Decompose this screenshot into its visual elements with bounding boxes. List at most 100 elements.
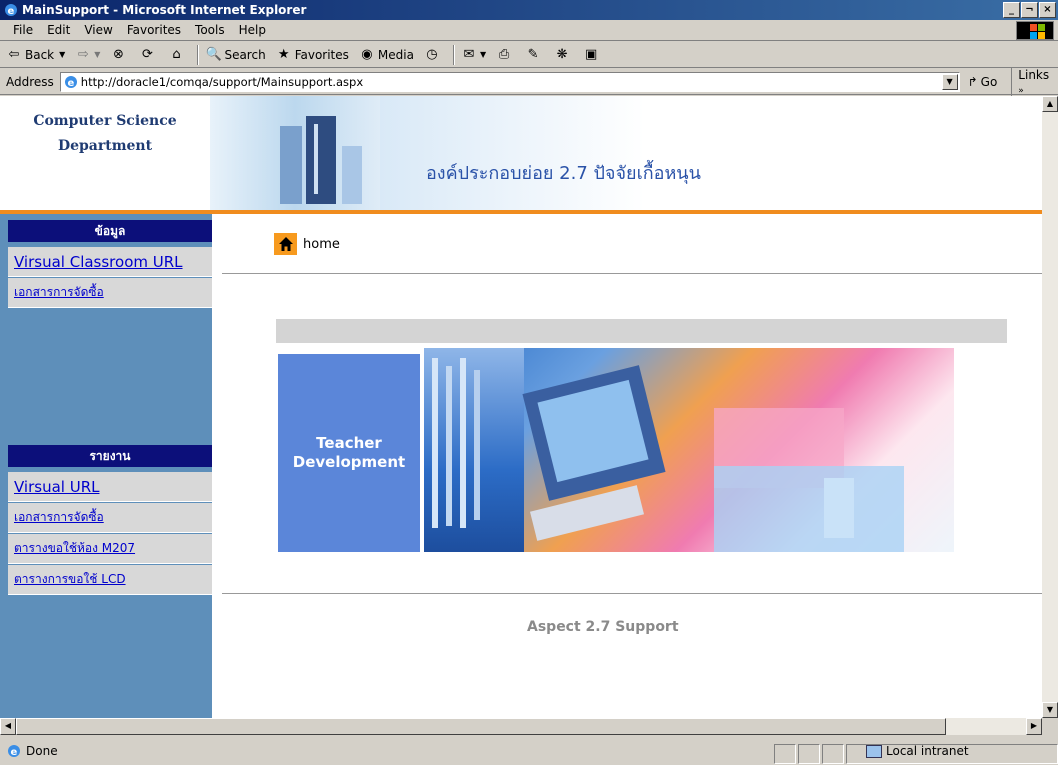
menu-view[interactable]: View [77, 23, 119, 37]
forward-button[interactable]: ⇨ ▼ [75, 46, 101, 63]
maximize-button[interactable]: ¬ [1021, 2, 1038, 18]
banner-caption-line2: Development [292, 453, 406, 471]
toolbar-separator [197, 44, 200, 65]
favorites-button[interactable]: ★ Favorites [276, 47, 349, 63]
status-pane [822, 744, 844, 764]
page-viewport: Computer Science Department องค์ประกอบย่… [0, 96, 1042, 718]
home-link[interactable]: home [274, 233, 340, 255]
banner-photo [424, 348, 954, 552]
sidebar-heading-info: ข้อมูล [8, 220, 212, 242]
close-button[interactable]: × [1039, 2, 1056, 18]
gray-bar [276, 319, 1007, 343]
sidebar-link-lcd-schedule[interactable]: ตารางการขอใช้ LCD [8, 565, 212, 595]
status-bar: e Done Local intranet [0, 736, 1058, 765]
media-icon: ◉ [361, 46, 373, 62]
title-bar: e MainSupport - Microsoft Internet Explo… [0, 0, 1058, 20]
search-label: Search [224, 47, 266, 62]
address-url: http://doracle1/comqa/support/Mainsuppor… [80, 74, 364, 89]
address-input[interactable]: e http://doracle1/comqa/support/Mainsupp… [59, 71, 960, 92]
mail-button[interactable]: ✉ ▼ [461, 46, 487, 63]
logo-line2: Department [57, 138, 153, 154]
edit-button[interactable]: ✎ [525, 47, 544, 63]
horizontal-scrollbar[interactable]: ◀ ▶ [0, 718, 1042, 735]
vertical-scrollbar[interactable]: ▲ ▼ [1042, 96, 1058, 718]
scroll-down-button[interactable]: ▼ [1042, 702, 1058, 718]
home-icon: ⌂ [172, 46, 181, 62]
sidebar-link-procurement-docs[interactable]: เอกสารการจัดซื้อ [8, 278, 212, 308]
media-button[interactable]: ◉ Media [359, 47, 414, 63]
standard-toolbar: ⇦ Back ▼ ⇨ ▼ ⊗ ⟳ ⌂ 🔍 Search ★ Favorites … [0, 42, 1058, 68]
horizontal-scroll-thumb[interactable] [16, 718, 946, 735]
history-icon: ◷ [426, 46, 438, 62]
footer-text: Aspect 2.7 Support [527, 619, 679, 635]
address-bar: Address e http://doracle1/comqa/support/… [0, 67, 1058, 96]
scroll-up-button[interactable]: ▲ [1042, 96, 1058, 112]
forward-dropdown-icon: ▼ [94, 50, 101, 59]
status-pane [774, 744, 796, 764]
page-icon: e [64, 75, 77, 89]
sidebar-heading-report: รายงาน [8, 445, 212, 467]
messenger-button[interactable]: ▣ [583, 47, 602, 63]
minimize-button[interactable]: _ [1003, 2, 1020, 18]
menu-favorites[interactable]: Favorites [120, 23, 188, 37]
home-icon [274, 233, 297, 255]
status-pane [798, 744, 820, 764]
back-arrow-icon: ⇦ [8, 46, 20, 62]
favorites-icon: ★ [277, 46, 290, 62]
print-button[interactable]: ⎙ [496, 47, 515, 63]
back-dropdown-icon: ▼ [59, 50, 66, 59]
teacher-development-banner: Teacher Development [278, 348, 954, 552]
back-button[interactable]: ⇦ Back ▼ [6, 46, 66, 63]
discuss-icon: ❋ [556, 46, 568, 62]
menu-file[interactable]: File [6, 23, 40, 37]
intranet-icon [866, 744, 882, 758]
ie-app-icon: e [5, 4, 17, 17]
refresh-icon: ⟳ [142, 46, 153, 62]
toolbar-separator [452, 44, 455, 65]
links-chevron-icon: » [1018, 85, 1024, 96]
menu-tools[interactable]: Tools [188, 23, 232, 37]
go-label: Go [980, 74, 998, 89]
messenger-icon: ▣ [584, 46, 598, 62]
browser-window: e MainSupport - Microsoft Internet Explo… [0, 0, 1058, 765]
favorites-label: Favorites [294, 47, 349, 62]
scroll-right-button[interactable]: ▶ [1026, 718, 1042, 735]
sidebar-link-virsual-classroom-url[interactable]: Virsual Classroom URL [8, 247, 212, 277]
sidebar-link-virsual-url[interactable]: Virsual URL [8, 472, 212, 502]
scroll-left-button[interactable]: ◀ [0, 718, 16, 735]
department-logo: Computer Science Department [0, 96, 210, 210]
links-label: Links [1018, 67, 1050, 82]
page-title: องค์ประกอบย่อย 2.7 ปัจจัยเกื้อหนุน [426, 163, 701, 184]
svg-text:e: e [11, 747, 18, 758]
content-divider-bottom [222, 593, 1042, 594]
sidebar: ข้อมูล Virsual Classroom URL เอกสารการจั… [0, 214, 212, 718]
mail-icon: ✉ [463, 46, 475, 62]
print-icon: ⎙ [498, 46, 510, 62]
discuss-button[interactable]: ❋ [554, 47, 573, 63]
home-button[interactable]: ⌂ [168, 47, 187, 63]
scroll-corner [1042, 718, 1058, 735]
refresh-button[interactable]: ⟳ [139, 47, 158, 63]
search-icon: 🔍 [205, 46, 222, 62]
media-label: Media [377, 47, 414, 62]
svg-text:e: e [67, 78, 74, 89]
links-button[interactable]: Links » [1011, 67, 1058, 96]
go-arrow-icon: ↱ [967, 74, 978, 89]
forward-arrow-icon: ⇨ [77, 46, 89, 62]
address-dropdown-button[interactable]: ▼ [941, 73, 958, 90]
content-divider-top [222, 273, 1042, 274]
menu-help[interactable]: Help [232, 23, 273, 37]
status-page-icon: e [8, 744, 20, 758]
home-label: home [303, 236, 340, 252]
stop-button[interactable]: ⊗ [110, 47, 129, 63]
menu-edit[interactable]: Edit [40, 23, 77, 37]
zone-label: Local intranet [886, 744, 969, 758]
history-button[interactable]: ◷ [424, 47, 443, 63]
sidebar-link-room-m207[interactable]: ตารางขอใช้ห้อง M207 [8, 534, 212, 564]
edit-icon: ✎ [527, 46, 539, 62]
sidebar-link-procurement-docs-2[interactable]: เอกสารการจัดซื้อ [8, 503, 212, 533]
banner-caption: Teacher Development [278, 354, 420, 552]
security-zone: Local intranet [866, 744, 969, 758]
search-button[interactable]: 🔍 Search [205, 47, 265, 63]
go-button[interactable]: ↱ Go [968, 75, 998, 89]
